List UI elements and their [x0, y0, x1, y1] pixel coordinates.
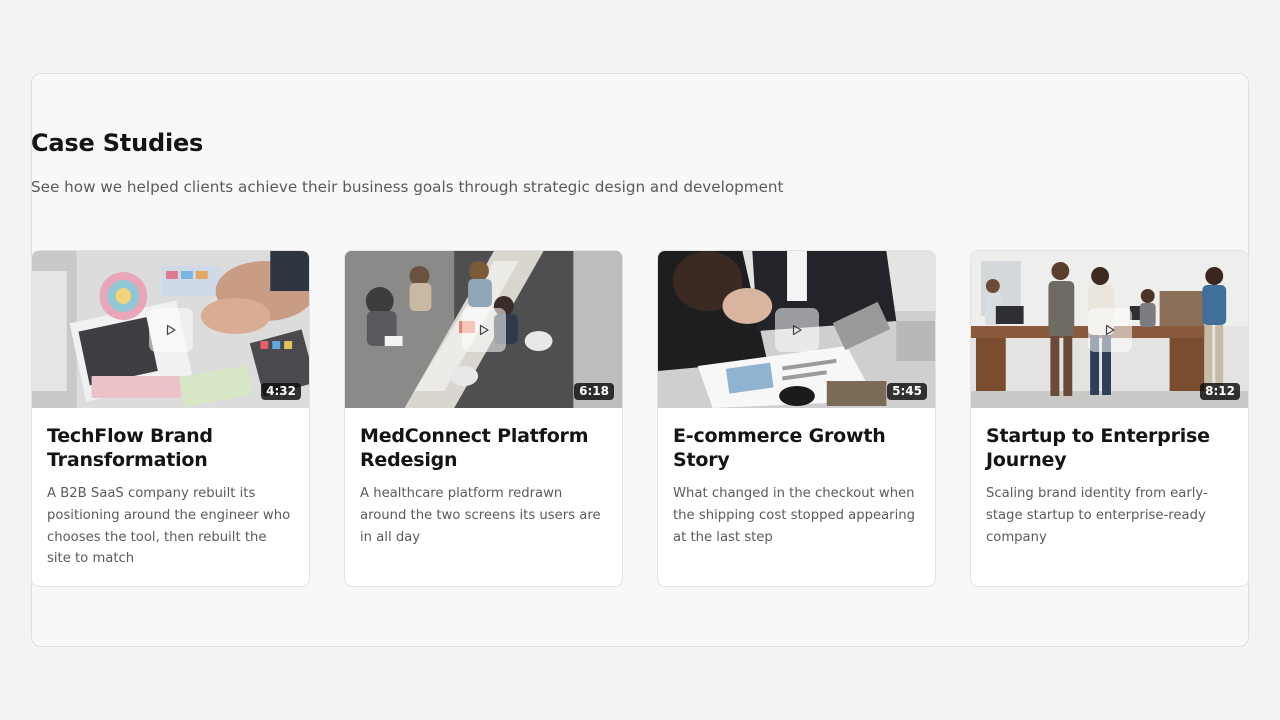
play-button[interactable] — [774, 307, 819, 352]
play-button[interactable] — [1087, 307, 1132, 352]
video-duration: 6:18 — [574, 383, 614, 400]
video-thumbnail[interactable]: 8:12 — [971, 251, 1248, 408]
card-description: What changed in the checkout when the sh… — [673, 486, 915, 545]
play-icon — [479, 324, 489, 335]
video-thumbnail[interactable]: 6:18 — [345, 251, 622, 408]
card-description: A B2B SaaS company rebuilt its positioni… — [47, 486, 291, 567]
card-title[interactable]: Startup to Enterprise Journey — [986, 424, 1233, 472]
card-description: A healthcare platform redrawn around the… — [360, 486, 601, 545]
card-description: Scaling brand identity from early-stage … — [986, 486, 1208, 545]
section-title: Case Studies — [31, 129, 204, 157]
case-study-card-medconnect[interactable]: 6:18 MedConnect Platform Redesign A heal… — [344, 250, 623, 587]
play-button[interactable] — [461, 307, 506, 352]
case-study-card-techflow[interactable]: 4:32 TechFlow Brand Transformation A B2B… — [31, 250, 310, 587]
case-study-card-startup[interactable]: 8:12 Startup to Enterprise Journey Scali… — [970, 250, 1249, 587]
play-icon — [792, 324, 802, 335]
video-duration: 5:45 — [887, 383, 927, 400]
card-title[interactable]: E-commerce Growth Story — [673, 424, 920, 472]
video-duration: 4:32 — [261, 383, 301, 400]
play-icon — [1105, 324, 1115, 335]
card-title[interactable]: TechFlow Brand Transformation — [47, 424, 294, 472]
case-study-card-ecommerce[interactable]: 5:45 E-commerce Growth Story What change… — [657, 250, 936, 587]
section-subtitle: See how we helped clients achieve their … — [31, 178, 784, 196]
video-thumbnail[interactable]: 4:32 — [32, 251, 309, 408]
video-thumbnail[interactable]: 5:45 — [658, 251, 935, 408]
play-button[interactable] — [148, 307, 193, 352]
card-title[interactable]: MedConnect Platform Redesign — [360, 424, 607, 472]
video-duration: 8:12 — [1200, 383, 1240, 400]
play-icon — [166, 324, 176, 335]
